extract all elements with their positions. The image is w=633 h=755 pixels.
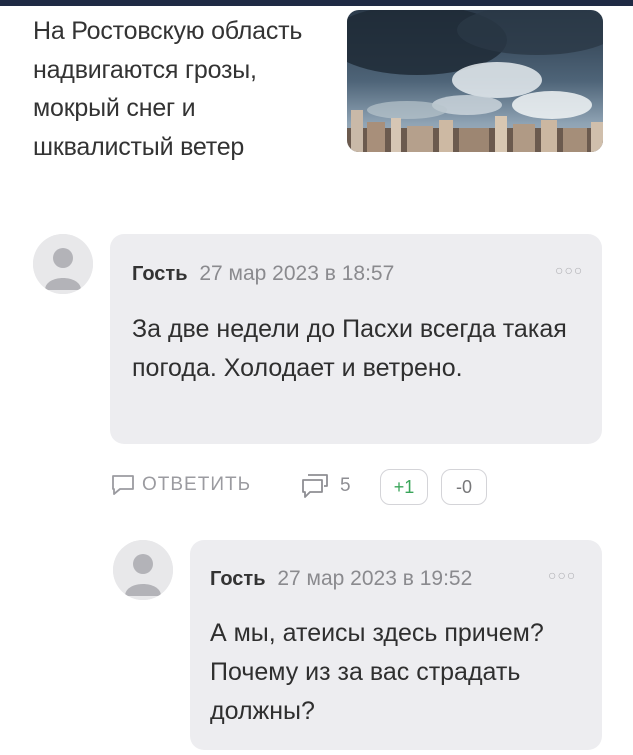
comment-text: А мы, атеисы здесь причем? Почему из за … xyxy=(210,619,544,725)
comment-date: 27 мар 2023 в 18:57 xyxy=(199,262,395,285)
downvote-label: -0 xyxy=(455,476,472,497)
comment-text: За две недели до Пасхи всегда такая пого… xyxy=(132,315,567,382)
more-dots-icon[interactable]: ○○○ xyxy=(548,567,576,583)
comment-bubble: Гость 27 мар 2023 в 19:52 ○○○ А мы, атеи… xyxy=(190,540,602,750)
comment-author[interactable]: Гость xyxy=(132,263,188,285)
avatar[interactable] xyxy=(33,234,93,294)
article-thumbnail[interactable] xyxy=(347,10,603,152)
user-avatar-icon xyxy=(33,234,93,294)
more-dots-icon[interactable]: ○○○ xyxy=(555,262,583,278)
replies-count: 5 xyxy=(340,475,351,496)
storm-clouds-city-image xyxy=(347,10,603,152)
comment-bubble: Гость 27 мар 2023 в 18:57 ○○○ За две нед… xyxy=(110,234,602,444)
user-avatar-icon xyxy=(113,540,173,600)
comment-date: 27 мар 2023 в 19:52 xyxy=(277,567,473,590)
avatar[interactable] xyxy=(113,540,173,600)
related-article[interactable]: На Ростовскую область надвигаются грозы,… xyxy=(0,6,633,206)
article-title[interactable]: На Ростовскую область надвигаются грозы,… xyxy=(33,12,323,166)
replies-icon xyxy=(302,474,328,498)
replies-count-button[interactable]: 5 xyxy=(300,473,351,499)
comment-meta: Гость 27 мар 2023 в 18:57 xyxy=(132,262,394,286)
reply-bubble-icon xyxy=(112,475,134,495)
reply-button[interactable]: ОТВЕТИТЬ xyxy=(110,473,251,497)
upvote-label: +1 xyxy=(393,476,415,497)
downvote-button[interactable]: -0 xyxy=(441,469,487,505)
reply-label: ОТВЕТИТЬ xyxy=(142,474,252,495)
comment-meta: Гость 27 мар 2023 в 19:52 xyxy=(210,567,472,591)
comment-author[interactable]: Гость xyxy=(210,568,266,590)
upvote-button[interactable]: +1 xyxy=(380,469,428,505)
